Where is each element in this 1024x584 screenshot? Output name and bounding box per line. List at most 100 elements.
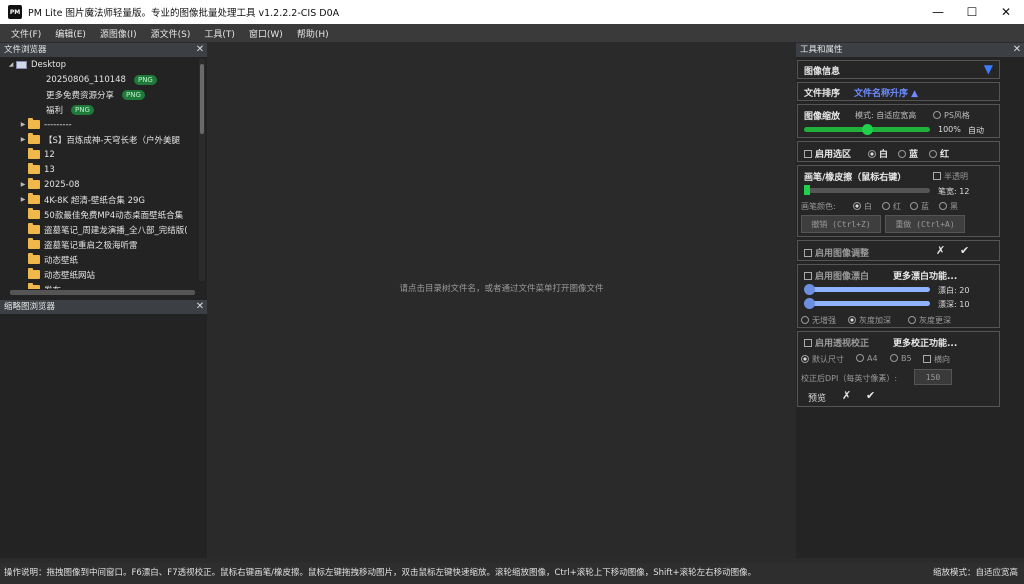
- file-row[interactable]: 20250806_110148 PNG: [0, 72, 207, 87]
- adjust-cancel-icon[interactable]: ✗: [936, 244, 945, 257]
- zoom-auto[interactable]: 自动: [968, 125, 984, 136]
- perspective-cancel-icon[interactable]: ✗: [842, 389, 851, 402]
- brush-white-option[interactable]: 白: [853, 201, 872, 212]
- bleach-white-knob[interactable]: [804, 284, 815, 295]
- expand-arrow-icon[interactable]: ▶: [18, 136, 28, 143]
- expand-arrow-icon[interactable]: ▶: [18, 121, 28, 128]
- adjust-checkbox[interactable]: [804, 249, 812, 257]
- tree-horizontal-scrollbar[interactable]: [10, 290, 195, 295]
- brush-red-radio[interactable]: [882, 202, 890, 210]
- dropdown-arrow-icon[interactable]: ▼: [984, 62, 993, 76]
- file-browser-close-icon[interactable]: ✕: [193, 43, 207, 57]
- size-default-radio[interactable]: [801, 355, 809, 363]
- bleach-option-none[interactable]: 无增强: [801, 315, 836, 326]
- bleach-grayer-radio[interactable]: [908, 316, 916, 324]
- folder-row[interactable]: ▶ 【S】百炼成神-天穹长老（户外美腿: [0, 132, 207, 147]
- close-button[interactable]: ✕: [990, 0, 1022, 24]
- folder-row[interactable]: ▶ 4K-8K 超清-壁纸合集 29G: [0, 192, 207, 207]
- menu-file[interactable]: 文件(F): [4, 27, 48, 40]
- sort-value[interactable]: 文件名称升序 ▲: [854, 86, 918, 99]
- ps-style-option[interactable]: PS风格: [933, 110, 970, 121]
- menu-source-image[interactable]: 源图像(I): [93, 27, 144, 40]
- selection-checkbox[interactable]: [804, 150, 812, 158]
- bleach-option-gray[interactable]: 灰度加深: [848, 315, 891, 326]
- brush-black-radio[interactable]: [939, 202, 947, 210]
- tree-root[interactable]: ◢ Desktop: [0, 57, 207, 72]
- bleach-more-link[interactable]: 更多漂白功能...: [893, 269, 957, 282]
- size-a4-radio[interactable]: [856, 354, 864, 362]
- half-transparent-checkbox[interactable]: [933, 172, 941, 180]
- menu-help[interactable]: 帮助(H): [290, 27, 336, 40]
- tools-close-icon[interactable]: ✕: [1010, 43, 1024, 57]
- title-bar: PM PM Lite 图片魔法师轻量版。专业的图像批量处理工具 v1.2.2.2…: [0, 0, 1024, 24]
- thumbnail-browser-close-icon[interactable]: ✕: [193, 300, 207, 314]
- adjust-ok-icon[interactable]: ✔: [960, 244, 969, 257]
- dpi-input[interactable]: 150: [914, 369, 952, 385]
- folder-row[interactable]: 动态壁纸网站: [0, 267, 207, 282]
- file-tree[interactable]: ◢ Desktop 20250806_110148 PNG 更多免费资源分享 PNG…: [0, 57, 207, 289]
- image-canvas[interactable]: [208, 43, 795, 558]
- undo-button[interactable]: 撤销 (Ctrl+Z): [801, 215, 881, 233]
- bleach-checkbox[interactable]: [804, 272, 812, 280]
- zoom-slider-knob[interactable]: [862, 124, 873, 135]
- ps-style-radio[interactable]: [933, 111, 941, 119]
- image-info-dropdown[interactable]: 图像信息 ▼: [797, 60, 1000, 79]
- size-b5-option[interactable]: B5: [890, 354, 912, 363]
- selection-toggle[interactable]: 启用选区: [804, 147, 851, 160]
- expand-arrow-icon[interactable]: ▶: [18, 196, 28, 203]
- brush-blue-radio[interactable]: [910, 202, 918, 210]
- folder-row[interactable]: 12: [0, 147, 207, 162]
- half-transparent-option[interactable]: 半透明: [933, 171, 968, 182]
- folder-row[interactable]: 盗墓笔记_周建龙演播_全八部_完结版(: [0, 222, 207, 237]
- file-row[interactable]: 更多免费资源分享 PNG: [0, 87, 207, 102]
- blue-radio[interactable]: [898, 150, 906, 158]
- folder-row[interactable]: 13: [0, 162, 207, 177]
- expand-arrow-icon[interactable]: ▶: [18, 181, 28, 188]
- menu-edit[interactable]: 编辑(E): [48, 27, 93, 40]
- brush-width-slider[interactable]: [804, 188, 930, 193]
- size-a4-option[interactable]: A4: [856, 354, 878, 363]
- redo-button[interactable]: 重做 (Ctrl+A): [885, 215, 965, 233]
- adjust-toggle[interactable]: 启用图像调整: [804, 246, 869, 259]
- bleach-white-slider[interactable]: [810, 287, 930, 292]
- bleach-depth-slider[interactable]: [810, 301, 930, 306]
- perspective-toggle[interactable]: 启用透视校正: [804, 336, 869, 349]
- collapse-arrow-icon[interactable]: ◢: [6, 61, 16, 68]
- menu-source-file[interactable]: 源文件(S): [144, 27, 198, 40]
- landscape-option[interactable]: 横向: [923, 354, 950, 365]
- brush-width-knob[interactable]: [804, 185, 810, 195]
- bleach-option-grayer[interactable]: 灰度更深: [908, 315, 951, 326]
- selection-red-option[interactable]: 红: [929, 147, 949, 160]
- size-b5-radio[interactable]: [890, 354, 898, 362]
- perspective-more-link[interactable]: 更多校正功能...: [893, 336, 957, 349]
- tree-scroll-thumb[interactable]: [200, 64, 204, 134]
- maximize-button[interactable]: ☐: [956, 0, 988, 24]
- file-row[interactable]: 福利 PNG: [0, 102, 207, 117]
- folder-row[interactable]: ▶ ---------: [0, 117, 207, 132]
- selection-blue-option[interactable]: 蓝: [898, 147, 918, 160]
- perspective-checkbox[interactable]: [804, 339, 812, 347]
- bleach-depth-knob[interactable]: [804, 298, 815, 309]
- selection-white-option[interactable]: 白: [868, 147, 888, 160]
- brush-black-option[interactable]: 黑: [939, 201, 958, 212]
- folder-row[interactable]: 发布: [0, 282, 207, 289]
- perspective-ok-icon[interactable]: ✔: [866, 389, 875, 402]
- preview-button[interactable]: 预览: [808, 391, 826, 404]
- red-radio[interactable]: [929, 150, 937, 158]
- folder-row[interactable]: ▶ 2025-08: [0, 177, 207, 192]
- menu-window[interactable]: 窗口(W): [242, 27, 290, 40]
- menu-tools[interactable]: 工具(T): [197, 27, 242, 40]
- folder-row[interactable]: 动态壁纸: [0, 252, 207, 267]
- folder-row[interactable]: 盗墓笔记重启之极海听雷: [0, 237, 207, 252]
- bleach-none-radio[interactable]: [801, 316, 809, 324]
- folder-row[interactable]: 50款最佳免费MP4动态桌面壁纸合集: [0, 207, 207, 222]
- bleach-gray-radio[interactable]: [848, 316, 856, 324]
- brush-blue-option[interactable]: 蓝: [910, 201, 929, 212]
- minimize-button[interactable]: —: [922, 0, 954, 24]
- bleach-toggle[interactable]: 启用图像漂白: [804, 269, 869, 282]
- white-radio[interactable]: [868, 150, 876, 158]
- brush-white-radio[interactable]: [853, 202, 861, 210]
- size-default-option[interactable]: 默认尺寸: [801, 354, 844, 365]
- brush-red-option[interactable]: 红: [882, 201, 901, 212]
- landscape-checkbox[interactable]: [923, 355, 931, 363]
